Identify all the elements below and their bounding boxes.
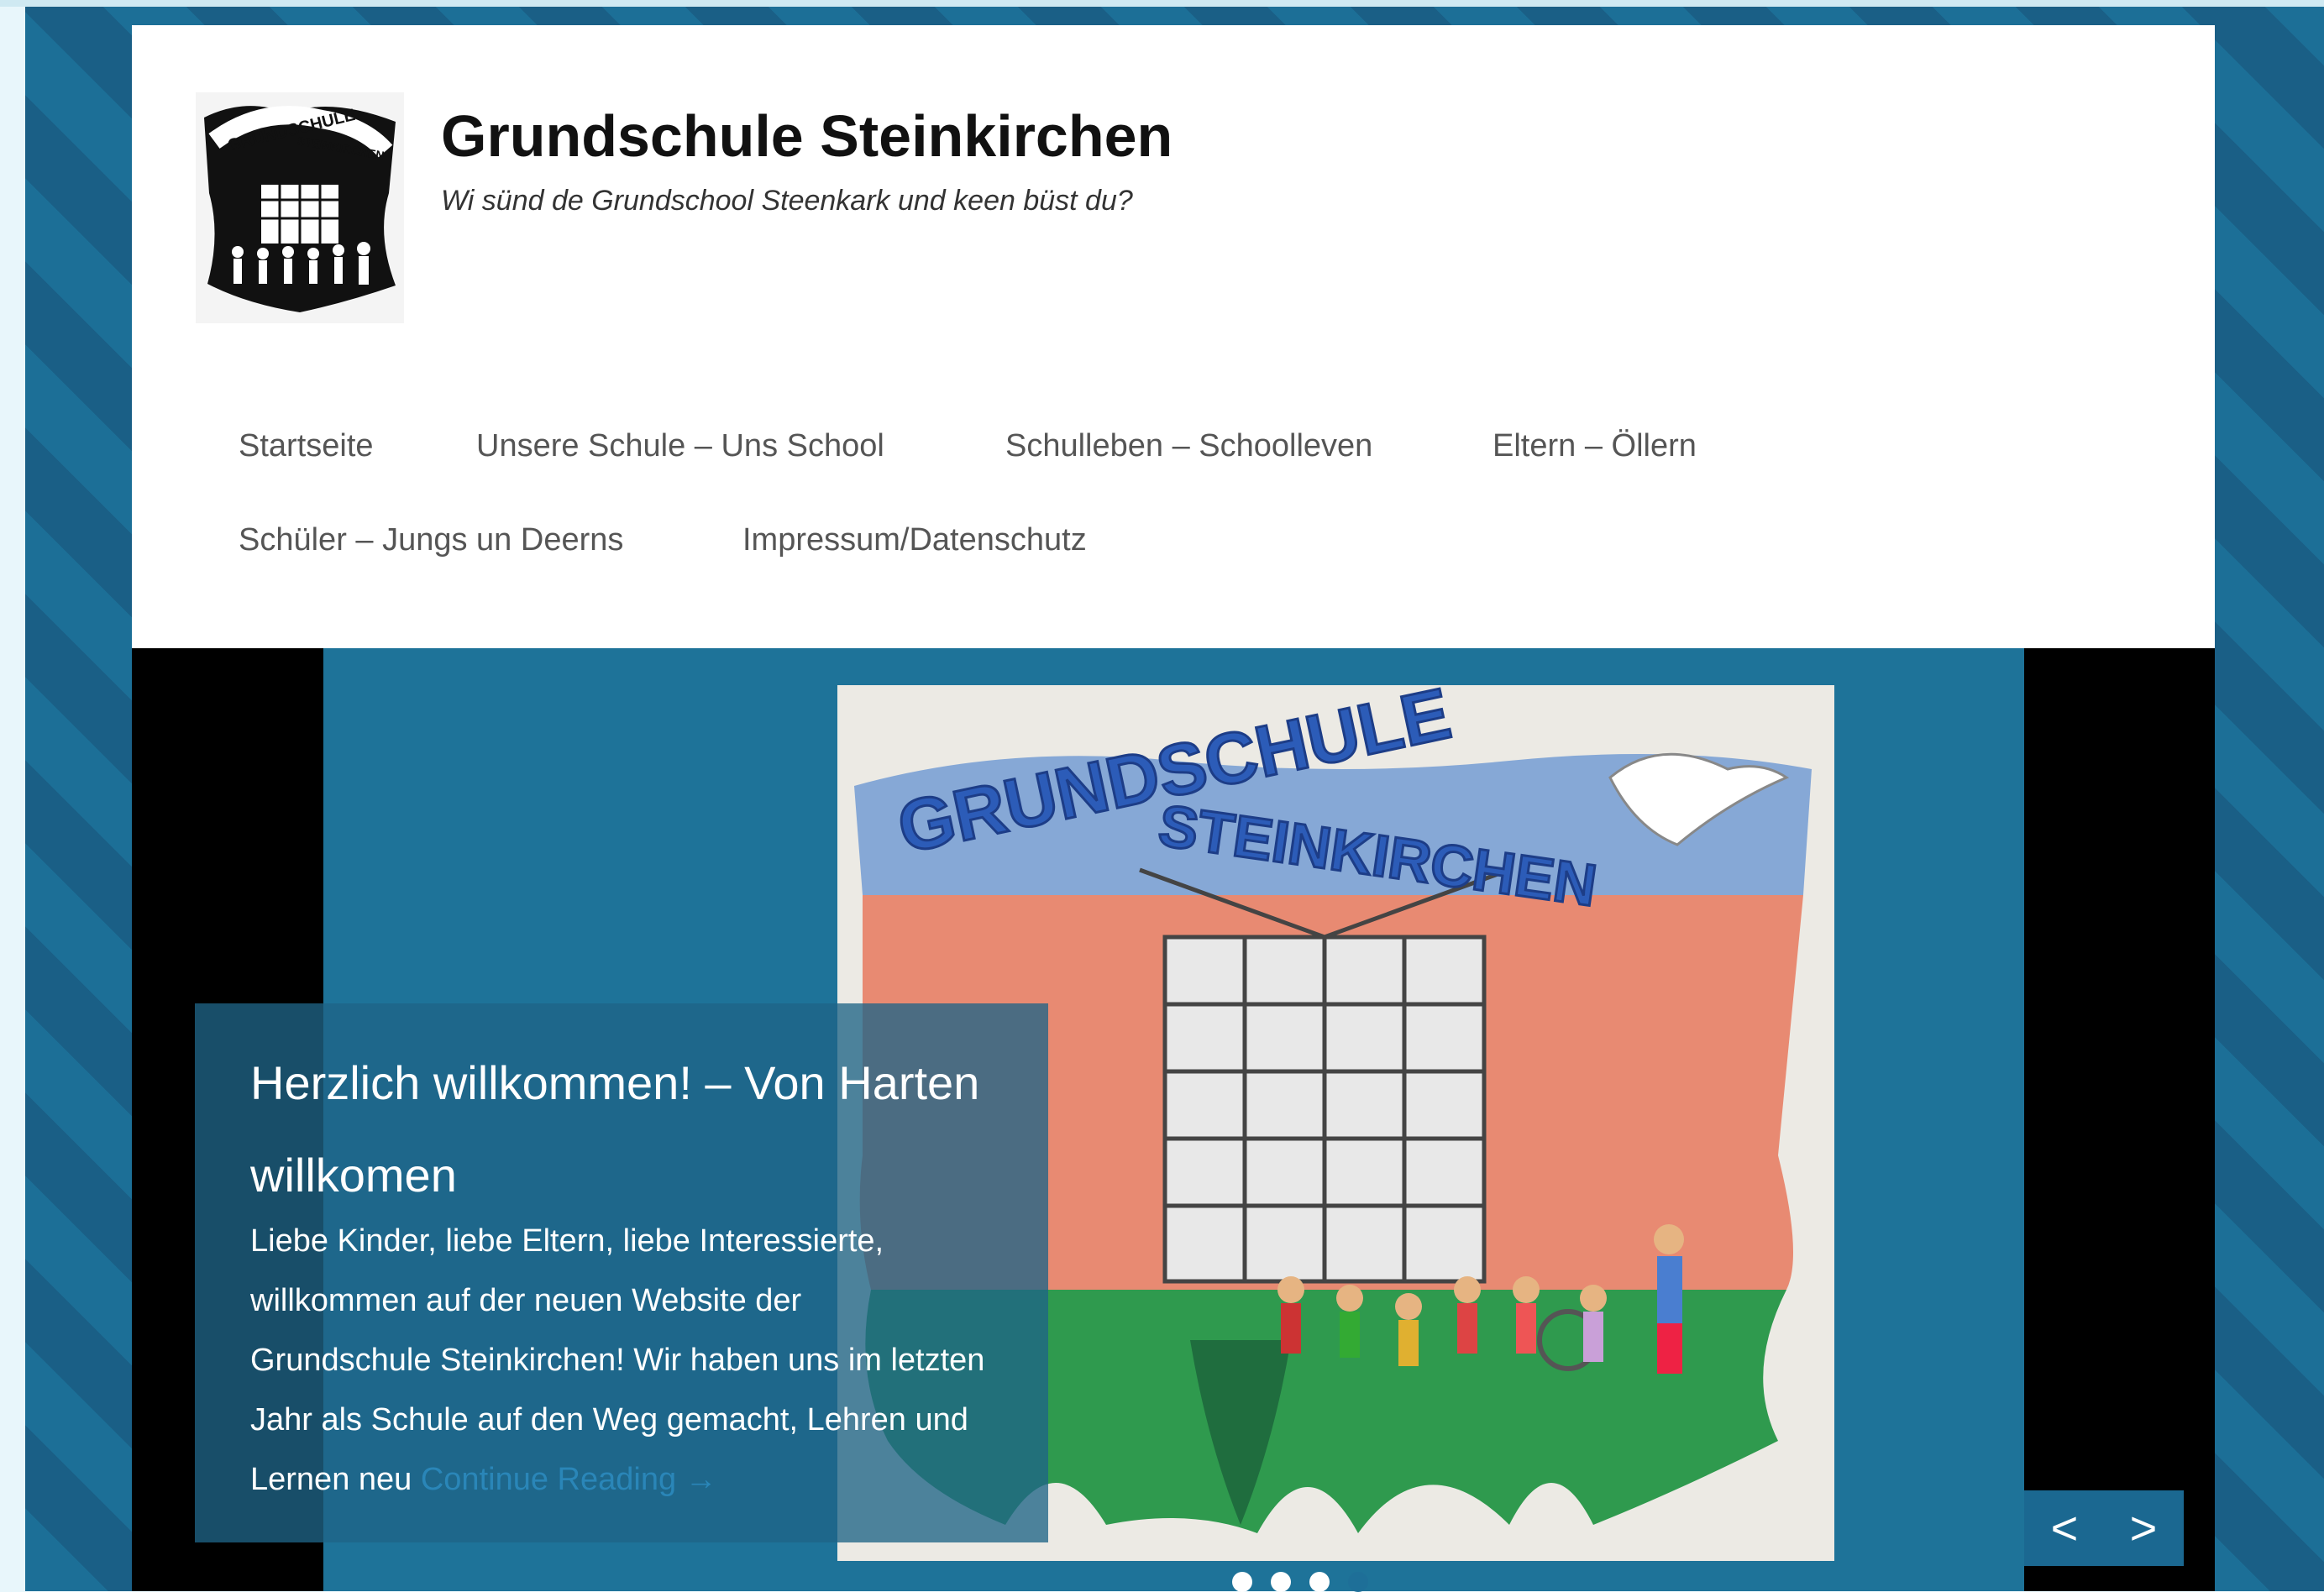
slider-dot-4[interactable] (1348, 1572, 1368, 1592)
page-container: GRUNDSCHULE STEINKIRCHEN Grundschule Ste… (132, 25, 2215, 1592)
nav-item-impressum[interactable]: Impressum/Datenschutz (742, 522, 1087, 558)
site-title[interactable]: Grundschule Steinkirchen (441, 102, 1172, 170)
slider-next-button[interactable]: > (2103, 1490, 2184, 1566)
site-tagline: Wi sünd de Grundschool Steenkark und kee… (441, 185, 1133, 217)
caption-text: Liebe Kinder, liebe Eltern, liebe Intere… (250, 1212, 989, 1510)
nav-item-schueler[interactable]: Schüler – Jungs un Deerns (239, 522, 623, 558)
school-logo[interactable]: GRUNDSCHULE STEINKIRCHEN (196, 92, 404, 323)
browser-top-edge (0, 0, 2324, 7)
site-header: GRUNDSCHULE STEINKIRCHEN Grundschule Ste… (132, 25, 2215, 648)
slide-caption: Herzlich willkommen! – Von Harten willko… (195, 1003, 1048, 1542)
nav-item-unsere-schule[interactable]: Unsere Schule – Uns School (476, 428, 884, 464)
nav-item-startseite[interactable]: Startseite (239, 428, 374, 464)
nav-item-schulleben[interactable]: Schulleben – Schoolleven (1005, 428, 1372, 464)
slider-dot-2[interactable] (1271, 1572, 1291, 1592)
image-slider: GRUNDSCHULE STEINKIRCHEN Herzlich willko… (132, 648, 2215, 1592)
slider-prev-button[interactable]: < (2024, 1490, 2105, 1566)
slider-dot-1[interactable] (1232, 1572, 1252, 1592)
nav-item-eltern[interactable]: Eltern – Öllern (1493, 428, 1697, 464)
caption-title[interactable]: Herzlich willkommen! – Von Harten willko… (250, 1037, 1006, 1222)
slider-dot-3[interactable] (1309, 1572, 1330, 1592)
slide: GRUNDSCHULE STEINKIRCHEN Herzlich willko… (195, 648, 2024, 1592)
continue-reading-link[interactable]: Continue Reading → (421, 1462, 717, 1497)
caption-excerpt: Liebe Kinder, liebe Eltern, liebe Intere… (250, 1223, 985, 1497)
